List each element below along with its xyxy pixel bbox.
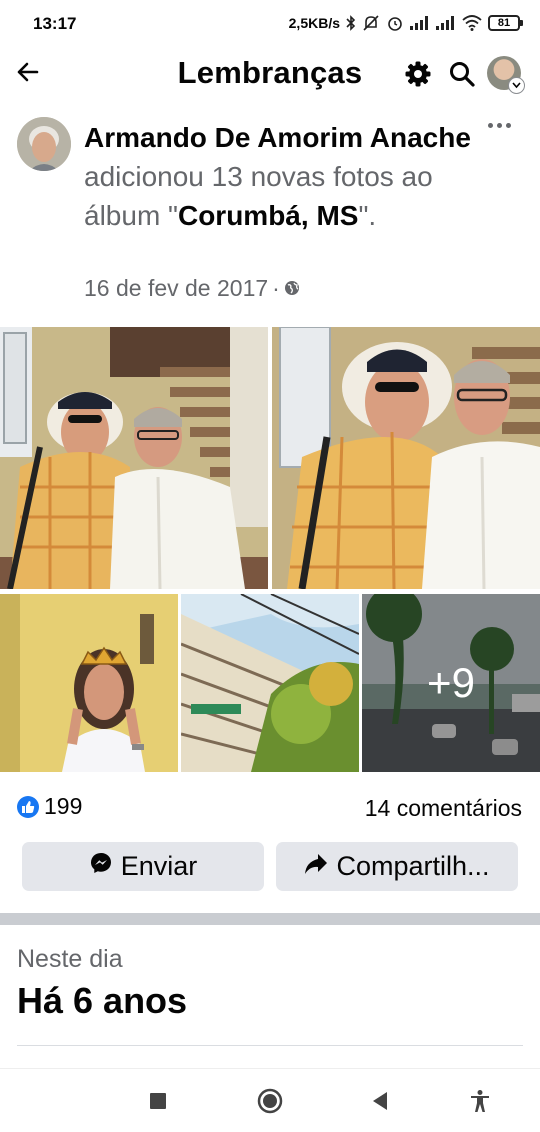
app-header: Lembranças [0,46,540,106]
system-nav-bar [0,1068,540,1132]
profile-avatar[interactable] [487,56,525,94]
chevron-down-icon [508,77,525,94]
photo-4[interactable] [181,594,359,772]
gear-icon[interactable] [404,60,432,88]
send-label: Enviar [120,851,198,881]
on-this-day-title: Há 6 anos [17,980,188,1021]
signal-2-icon [436,16,456,30]
meta-separator: · [272,275,280,301]
on-this-day-label: Neste dia [17,945,123,973]
reactions-summary[interactable]: 199 [17,793,82,820]
home-circle-icon[interactable] [256,1087,284,1115]
back-triangle-icon[interactable] [366,1087,394,1115]
more-photos-count: +9 [362,594,540,772]
comments-count[interactable]: 14 comentários [365,795,522,822]
like-icon [17,795,39,818]
more-options-icon[interactable] [488,118,516,132]
album-name[interactable]: Corumbá, MS [178,200,358,231]
status-time: 13:17 [33,14,77,33]
messenger-icon [89,851,113,882]
post-date[interactable]: 16 de fev de 2017 [84,275,268,302]
separator-line [17,1045,523,1046]
network-speed: 2,5KB/s [288,15,340,31]
globe-icon [284,275,300,302]
share-label: Compartilh... [336,851,490,881]
recents-square-icon[interactable] [144,1087,172,1115]
post-description: Armando De Amorim Anache adicionou 13 no… [84,118,494,235]
post-meta: 16 de fev de 2017 · [84,275,300,302]
share-arrow-icon [304,851,328,882]
photo-1[interactable] [0,327,268,589]
photo-2[interactable] [272,327,540,589]
likes-count: 199 [44,793,83,819]
post-action-end: ". [358,200,377,231]
signal-1-icon [410,16,430,30]
battery-icon: 81 [488,15,523,31]
photo-3[interactable] [0,594,178,772]
mute-icon [362,14,380,32]
search-icon[interactable] [448,60,476,88]
photo-5-more[interactable]: +9 [362,594,540,772]
author-name[interactable]: Armando De Amorim Anache [84,122,471,153]
status-bar: 13:17 2,5KB/s 81 [0,0,540,46]
accessibility-icon[interactable] [466,1087,494,1115]
status-icons: 2,5KB/s 81 [288,12,523,34]
section-divider [0,913,540,925]
alarm-icon [386,14,404,32]
share-button[interactable]: Compartilh... [276,842,518,891]
back-arrow-icon[interactable] [14,58,42,86]
author-avatar[interactable] [17,117,71,171]
wifi-icon [462,15,482,31]
bluetooth-icon [346,15,356,31]
send-button[interactable]: Enviar [22,842,264,891]
